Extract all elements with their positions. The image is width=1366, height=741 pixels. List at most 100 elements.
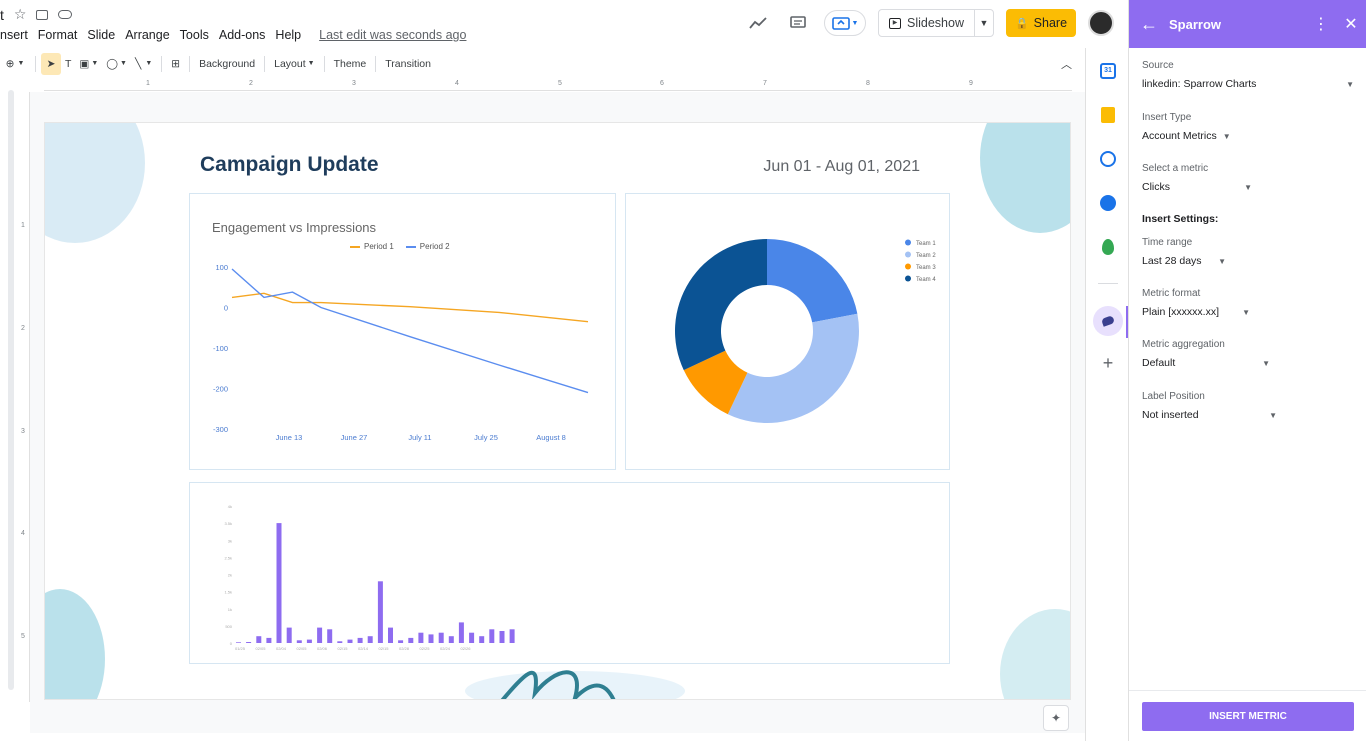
explore-icon[interactable]: ✦ [1043, 705, 1069, 731]
time-range-value-row: Last 28 days ▼ [1142, 255, 1226, 267]
add-addon-icon[interactable]: + [1097, 352, 1119, 374]
bar [489, 629, 495, 643]
aggregation-field[interactable]: Metric aggregation Default ▼ [1142, 339, 1270, 369]
theme-button[interactable]: Theme [330, 53, 371, 75]
y-tick-label: 1.5k [224, 590, 232, 595]
select-tool-icon[interactable]: ➤ [41, 52, 61, 75]
keep-icon[interactable] [1097, 104, 1119, 126]
layout-button[interactable]: Layout ▼ [270, 53, 318, 75]
menu-tools[interactable]: Tools [180, 28, 209, 42]
slide-title[interactable]: Campaign Update [200, 153, 379, 177]
time-range-field[interactable]: Time range Last 28 days ▼ [1142, 237, 1226, 267]
x-tick-label: 02/25 [419, 646, 430, 651]
slideshow-dropdown-icon[interactable]: ▼ [975, 18, 993, 28]
x-tick-label: 02/28 [399, 646, 410, 651]
ruler-tick: 8 [866, 80, 870, 87]
bar [306, 639, 312, 643]
bar [509, 629, 515, 643]
textbox-tool-icon[interactable]: T [61, 53, 75, 75]
close-icon[interactable]: ✕ [1336, 14, 1366, 34]
x-tick-label: 02/04 [276, 646, 287, 651]
legend-label: Team 3 [916, 265, 936, 271]
metric-format-value: Plain [xxxxxx.xx] [1142, 306, 1220, 318]
maps-icon[interactable] [1097, 236, 1119, 258]
x-tick-label: July 11 [408, 433, 431, 442]
background-button[interactable]: Background [195, 53, 259, 75]
shape-tool-icon[interactable]: ◯ ▼ [102, 53, 131, 75]
avatar[interactable] [1088, 10, 1114, 36]
menu-help[interactable]: Help [275, 28, 301, 42]
bar-chart-card[interactable]: 0 500 1k 1.5k 2k 2.5k 3k 3.5k 4k 01/25 02/05 02/04 0… [189, 482, 950, 664]
x-tick-label: 02/24 [440, 646, 451, 651]
metric-format-label: Metric format [1142, 288, 1201, 299]
slide-date-range[interactable]: Jun 01 - Aug 01, 2021 [763, 158, 920, 176]
bar [398, 640, 404, 643]
menu-insert[interactable]: nsert [0, 28, 28, 42]
sparrow-addon-icon[interactable] [1093, 306, 1123, 336]
menu-addons[interactable]: Add-ons [219, 28, 266, 42]
contacts-icon[interactable] [1097, 192, 1119, 214]
ruler-tick: 5 [558, 80, 562, 87]
metric-format-field[interactable]: Metric format Plain [xxxxxx.xx] ▼ [1142, 288, 1250, 318]
x-tick-label: 02/15 [337, 646, 348, 651]
insert-metric-button[interactable]: INSERT METRIC [1142, 702, 1354, 731]
line-chart-card[interactable]: Engagement vs Impressions Period 1 Perio… [189, 193, 616, 470]
star-icon[interactable]: ☆ [14, 6, 27, 23]
play-icon: ▶ [889, 17, 902, 29]
layout-label: Layout [274, 57, 306, 70]
share-button[interactable]: 🔒 Share [1006, 9, 1076, 37]
ruler-tick: 3 [21, 428, 25, 435]
present-button[interactable]: ▼ [824, 10, 867, 36]
menu-arrange[interactable]: Arrange [125, 28, 169, 42]
doc-title[interactable]: t [0, 7, 4, 23]
line-chart: 100 0 -100 -200 -300 June 13 June 27 July 11 Jul… [213, 263, 589, 442]
calendar-icon[interactable]: 31 [1097, 60, 1119, 82]
left-scrollbar[interactable] [8, 90, 14, 690]
menu-slide[interactable]: Slide [87, 28, 115, 42]
activity-icon[interactable] [744, 9, 772, 37]
slideshow-button[interactable]: ▶ Slideshow ▼ [878, 9, 994, 37]
toolbar-divider [375, 55, 377, 72]
image-tool-icon[interactable]: ▣ ▼ [75, 53, 102, 75]
label-position-value: Not inserted [1142, 409, 1199, 421]
line-tool-icon[interactable]: ╲ ▼ [131, 53, 156, 75]
slideshow-label: Slideshow [907, 16, 964, 30]
metric-field[interactable]: Select a metric Clicks ▼ [1142, 163, 1252, 193]
label-position-field[interactable]: Label Position Not inserted ▼ [1142, 391, 1277, 421]
metric-label: Select a metric [1142, 163, 1209, 174]
insert-type-field[interactable]: Insert Type Account Metrics ▼ [1142, 112, 1231, 142]
lock-icon: 🔒 [1014, 17, 1029, 30]
tasks-icon[interactable] [1097, 148, 1119, 170]
donut-chart-card[interactable]: Team 1 Team 2 Team 3 Team 4 [625, 193, 950, 470]
legend-label: Team 1 [916, 241, 936, 247]
slide[interactable]: Campaign Update Jun 01 - Aug 01, 2021 En… [44, 122, 1071, 700]
toolbar-divider [189, 55, 191, 72]
ruler-tick: 9 [969, 80, 973, 87]
editing-toolbar: ⊕ ▼ ➤ T ▣ ▼ ◯ ▼ ╲ ▼ ⊞ Background Layout ▼ The… [0, 50, 1084, 77]
zoom-icon[interactable]: ⊕ ▼ [0, 53, 30, 75]
aggregation-value: Default [1142, 357, 1176, 369]
bar [266, 637, 272, 643]
aggregation-value-row: Default ▼ [1142, 357, 1270, 369]
share-label: Share [1033, 16, 1068, 30]
bar [327, 629, 333, 643]
transition-button[interactable]: Transition [381, 53, 435, 75]
bar [377, 581, 383, 643]
watercolor-decoration [45, 123, 145, 243]
back-arrow-icon[interactable]: ← [1129, 14, 1169, 35]
comment-add-icon[interactable]: ⊞ [167, 53, 184, 75]
bar [236, 642, 241, 643]
legend-swatch [905, 263, 911, 270]
last-edit-link[interactable]: Last edit was seconds ago [319, 28, 466, 42]
collapse-toolbar-icon[interactable]: ︿ [1057, 53, 1076, 75]
source-field[interactable]: Source linkedin: Sparrow Charts ▼ [1142, 60, 1354, 90]
cloud-icon[interactable] [58, 10, 73, 19]
x-tick-label: 02/14 [358, 646, 369, 651]
folder-icon[interactable] [36, 9, 49, 20]
comments-icon[interactable] [784, 9, 812, 37]
title-row: t ☆ [0, 6, 73, 23]
watercolor-decoration [980, 123, 1070, 233]
more-options-icon[interactable]: ⋮ [1306, 14, 1336, 34]
menu-format[interactable]: Format [38, 28, 78, 42]
bar [246, 642, 252, 643]
